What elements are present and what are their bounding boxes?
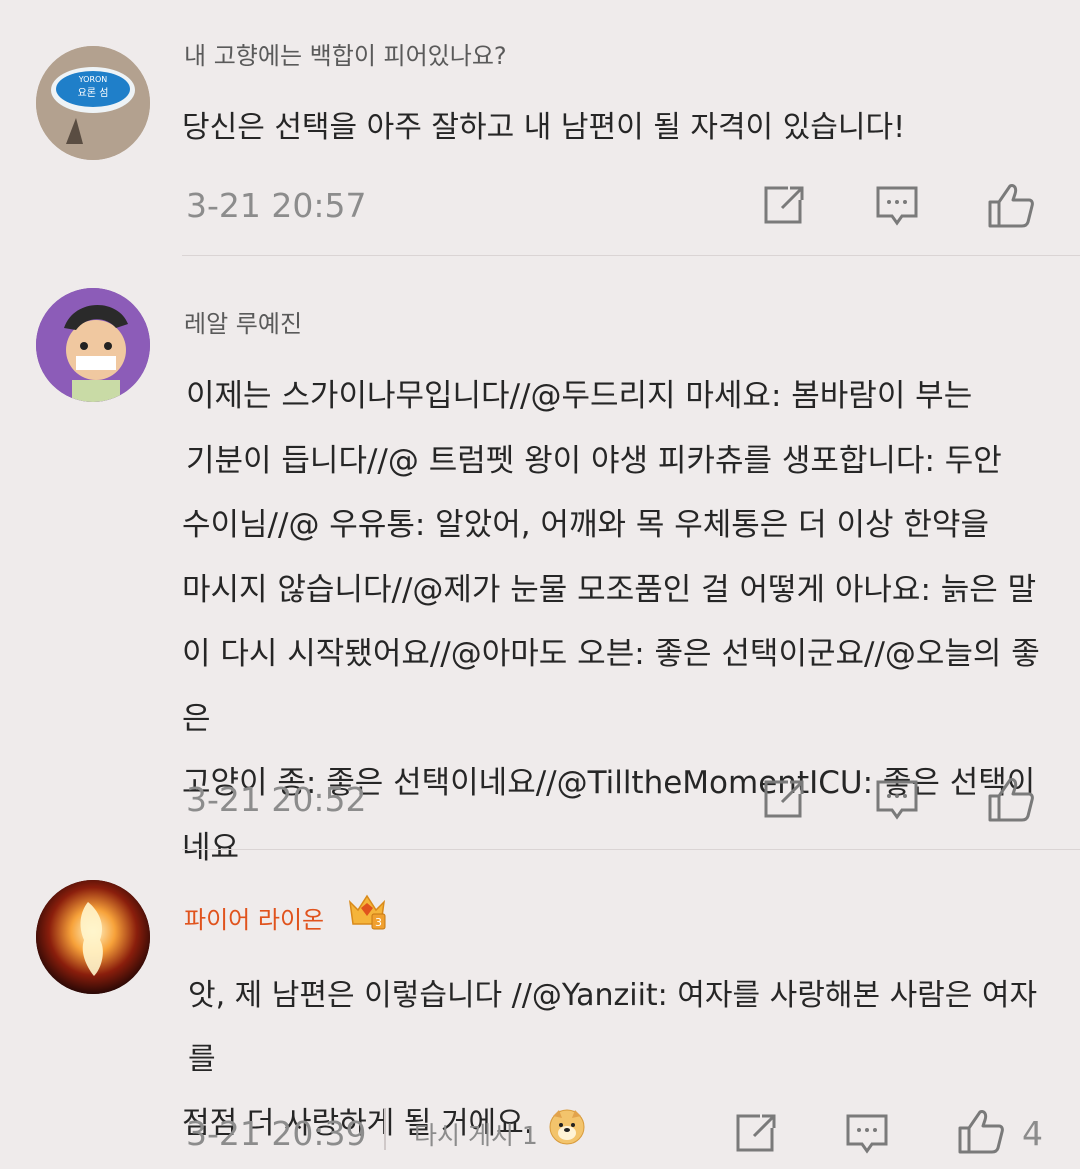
like-icon[interactable] — [956, 1106, 1006, 1156]
timestamp: 3-21 20:52 — [186, 780, 367, 819]
comment-line: 이 다시 시작됐어요//@아마도 오븐: 좋은 선택이군요//@오늘의 좋은 — [182, 636, 1040, 737]
author-name[interactable]: 내 고향에는 백합이 피어있나요? — [184, 36, 507, 71]
author-name[interactable]: 파이어 라이온 — [184, 900, 324, 935]
svg-text:YORON: YORON — [78, 75, 108, 84]
author-name[interactable]: 레알 루예진 — [184, 304, 302, 339]
comment-icon[interactable] — [842, 1108, 892, 1158]
vip-crown-icon: 3 — [345, 888, 389, 932]
avatar[interactable] — [36, 880, 150, 994]
meta-separator — [384, 1108, 386, 1150]
comment-line: 수이님//@ 우유통: 알았어, 어깨와 목 우체통은 더 이상 한약을 — [182, 507, 989, 543]
share-icon[interactable] — [758, 774, 808, 824]
avatar[interactable]: YORON 요론 섬 — [36, 46, 150, 160]
timestamp: 3-21 20:57 — [186, 186, 367, 225]
like-count: 4 — [1022, 1114, 1043, 1153]
comment-icon[interactable] — [872, 180, 922, 230]
share-icon[interactable] — [730, 1108, 780, 1158]
comment-line: 이제는 스가이나무입니다//@두드리지 마세요: 봄바람이 부는 — [186, 378, 973, 414]
comment-line: 기분이 듭니다//@ 트럼펫 왕이 야생 피카츄를 생포합니다: 두안 — [186, 442, 1002, 479]
comment-line: 앗, 제 남편은 이렇습니다 //@Yanziit: 여자를 사랑해본 사람은 … — [188, 978, 1038, 1077]
comment-line: 마시지 않습니다//@제가 눈물 모조품인 걸 어떻게 아나요: 늙은 말 — [182, 571, 1037, 608]
repost-count[interactable]: 다시 게시 1 — [414, 1116, 538, 1152]
svg-text:요론 섬: 요론 섬 — [78, 87, 109, 99]
like-icon[interactable] — [986, 180, 1036, 230]
like-icon[interactable] — [986, 774, 1036, 824]
comment-text: 당신은 선택을 아주 잘하고 내 남편이 될 자격이 있습니다! — [182, 108, 1052, 148]
doge-emoji-icon — [547, 1105, 587, 1145]
comment-icon[interactable] — [872, 774, 922, 824]
comment-3: 파이어 라이온 3 앗, 제 남편은 이렇습니다 //@Yanziit: 여자를… — [0, 850, 1080, 1154]
share-icon[interactable] — [758, 180, 808, 230]
comment-2: 레알 루예진 이제는 스가이나무입니다//@두드리지 마세요: 봄바람이 부는 … — [0, 256, 1080, 866]
avatar[interactable] — [36, 288, 150, 402]
badge-level: 3 — [375, 916, 382, 929]
comment-1: YORON 요론 섬 내 고향에는 백합이 피어있나요? 당신은 선택을 아주 … — [0, 0, 1080, 256]
timestamp: 3-21 20:39 — [186, 1114, 367, 1153]
comment-line: 당신은 선택을 아주 잘하고 내 남편이 될 자격이 있습니다! — [182, 110, 906, 145]
